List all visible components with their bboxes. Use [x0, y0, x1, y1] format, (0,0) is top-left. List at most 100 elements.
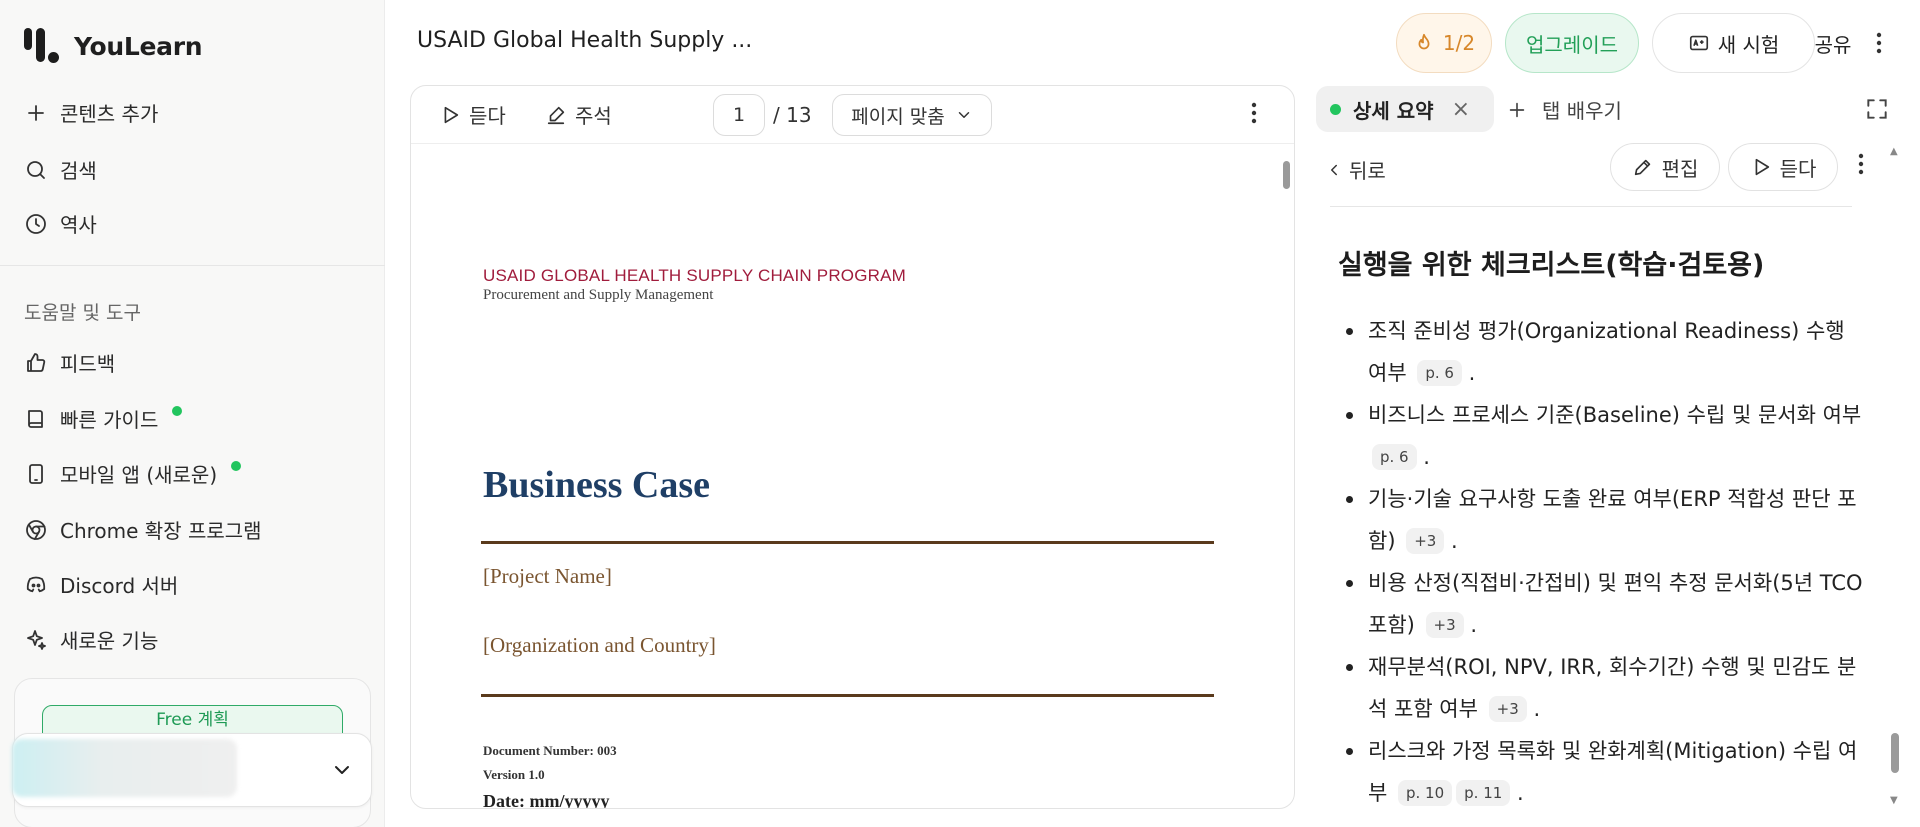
pencil-icon [1634, 159, 1650, 176]
checklist-item: 비용 산정(직접비·간접비) 및 편익 추정 문서화(5년 TCO 포함) +3… [1338, 562, 1866, 646]
pdf-rule-bottom [481, 694, 1214, 697]
panel-listen-button[interactable]: 듣다 [1728, 143, 1838, 191]
annotate-button[interactable]: 주석 [545, 100, 612, 129]
checklist-item: 비즈니스 프로세스 기준(Baseline) 수립 및 문서화 여부 p. 6 … [1338, 394, 1866, 478]
sidebar-item-label: 빠른 가이드 [60, 408, 159, 432]
checklist-item: 리스크와 가정 목록화 및 완화계획(Mitigation) 수립 여부 p. … [1338, 730, 1866, 814]
citation-chip[interactable]: +3 [1406, 528, 1445, 554]
logo-icon [24, 28, 64, 64]
upgrade-button[interactable]: 업그레이드 [1505, 13, 1639, 73]
period-mark: . [1510, 781, 1524, 805]
citation-chip[interactable]: p. 6 [1417, 360, 1462, 386]
new-dot-indicator [172, 405, 183, 416]
app-logo[interactable]: YouLearn [24, 28, 203, 64]
tab-learn-button[interactable]: 탭 배우기 [1506, 95, 1622, 124]
pdf-org-name: USAID GLOBAL HEALTH SUPPLY CHAIN PROGRAM [483, 266, 907, 285]
pdf-date: Date: mm/yyyyy [483, 791, 610, 809]
sidebar-item-label: 피드백 [60, 352, 116, 376]
sidebar-item-quick-guide[interactable]: 빠른 가이드 [24, 404, 183, 433]
new-test-label: 새 시험 [1717, 32, 1780, 57]
status-dot [1330, 103, 1341, 115]
app-name: YouLearn [74, 31, 203, 61]
add-content-button[interactable]: 콘텐츠 추가 [24, 98, 158, 127]
sidebar-item-label: 모바일 앱 (새로운) [60, 463, 218, 487]
viewer-more-icon[interactable] [1251, 102, 1257, 130]
share-button[interactable]: 공유 [1795, 13, 1871, 73]
listen-button[interactable]: 듣다 [439, 100, 506, 129]
edit-label: 편집 [1661, 156, 1699, 181]
checklist-item-text: 비즈니스 프로세스 기준(Baseline) 수립 및 문서화 여부 [1368, 403, 1862, 427]
sidebar-section-title: 도움말 및 도구 [24, 302, 141, 324]
citation-chip[interactable]: p. 11 [1456, 780, 1511, 806]
sidebar-item-label: Discord 서버 [60, 574, 179, 598]
scroll-down-arrow-icon[interactable]: ▼ [1890, 795, 1898, 806]
pdf-project-name: [Project Name] [483, 564, 612, 588]
thumbs-up-icon [27, 352, 46, 372]
pdf-org-subtitle: Procurement and Supply Management [483, 287, 714, 303]
play-icon [1755, 158, 1769, 176]
sidebar-item-search[interactable]: 검색 [24, 155, 97, 184]
citation-chip[interactable]: p. 10 [1398, 780, 1453, 806]
citation-chip[interactable]: +3 [1488, 696, 1527, 722]
pdf-org-country: [Organization and Country] [483, 633, 716, 657]
annotate-label: 주석 [575, 104, 612, 128]
tab-label: 상세 요약 [1353, 98, 1434, 123]
sidebar-item-chrome-extension[interactable]: Chrome 확장 프로그램 [24, 515, 262, 544]
citation-chip[interactable]: p. 6 [1372, 444, 1417, 470]
clock-icon [26, 213, 46, 234]
back-button[interactable]: 뒤로 [1325, 155, 1386, 184]
search-icon [27, 160, 45, 179]
listen-label: 듣다 [469, 104, 506, 128]
period-mark: . [1526, 697, 1541, 721]
discord-icon [26, 576, 46, 592]
tab-learn-label: 탭 배우기 [1542, 99, 1622, 123]
zoom-select[interactable]: 페이지 맞춤 [832, 94, 992, 136]
close-icon[interactable]: × [1452, 97, 1470, 122]
chrome-icon [26, 519, 46, 540]
book-icon [28, 409, 43, 428]
period-mark: . [1416, 445, 1430, 469]
test-card-icon [1689, 35, 1708, 51]
chevron-down-icon [958, 112, 969, 118]
sidebar-item-history[interactable]: 역사 [24, 209, 97, 238]
zoom-value: 페이지 맞춤 [851, 105, 945, 128]
checklist-item: 재무분석(ROI, NPV, IRR, 회수기간) 수행 및 민감도 분석 포함… [1338, 646, 1866, 730]
panel-more-icon[interactable] [1858, 153, 1864, 181]
sidebar-item-feedback[interactable]: 피드백 [24, 348, 115, 377]
more-options-icon[interactable] [1862, 13, 1896, 73]
viewer-toolbar: 듣다 주석 1 / 13 페이지 맞춤 [411, 86, 1294, 144]
pdf-viewer: 듣다 주석 1 / 13 페이지 맞춤 USAID GLOBAL HEALTH … [410, 85, 1295, 809]
highlighter-icon [547, 106, 565, 124]
summary-heading: 실행을 위한 체크리스트(학습·검토용) [1338, 250, 1765, 281]
sidebar-item-label: 검색 [60, 159, 97, 183]
add-content-label: 콘텐츠 추가 [60, 102, 159, 126]
sidebar-item-mobile-app[interactable]: 모바일 앱 (새로운) [24, 459, 242, 488]
sidebar-item-new-features[interactable]: 새로운 기능 [24, 625, 158, 654]
checklist: 조직 준비성 평가(Organizational Readiness) 수행 여… [1338, 310, 1866, 814]
streak-button[interactable]: 1/2 [1396, 13, 1492, 73]
checklist-item-text: 재무분석(ROI, NPV, IRR, 회수기간) 수행 및 민감도 분석 포함… [1368, 655, 1857, 721]
sidebar-divider [0, 265, 385, 266]
tab-detailed-summary[interactable]: 상세 요약 × [1316, 86, 1494, 132]
document-title: USAID Global Health Supply ... [417, 28, 753, 53]
phone-icon [29, 463, 43, 484]
page-number-input[interactable]: 1 [713, 94, 765, 136]
plan-badge[interactable]: Free 계획 [42, 705, 343, 735]
scroll-up-arrow-icon[interactable]: ▲ [1890, 146, 1898, 157]
new-test-button[interactable]: 새 시험 [1652, 13, 1815, 73]
sparkle-icon [27, 629, 46, 650]
play-icon [444, 106, 459, 123]
expand-icon[interactable] [1864, 96, 1890, 122]
app-root: YouLearn 콘텐츠 추가 검색 역사 도움말 및 도구 피드백 빠른 가이… [0, 0, 1920, 827]
pdf-scrollbar-thumb[interactable] [1283, 161, 1290, 189]
streak-count: 1/2 [1442, 31, 1476, 55]
pdf-rule-top [481, 541, 1214, 544]
sidebar-item-discord[interactable]: Discord 서버 [24, 570, 178, 599]
panel-scrollbar-thumb[interactable] [1891, 733, 1899, 773]
citation-chip[interactable]: +3 [1425, 612, 1464, 638]
chevron-down-icon[interactable] [330, 758, 354, 782]
back-label: 뒤로 [1349, 159, 1386, 183]
flame-icon [1418, 33, 1430, 50]
sidebar-item-label: 새로운 기능 [60, 629, 159, 653]
edit-button[interactable]: 편집 [1610, 143, 1720, 191]
